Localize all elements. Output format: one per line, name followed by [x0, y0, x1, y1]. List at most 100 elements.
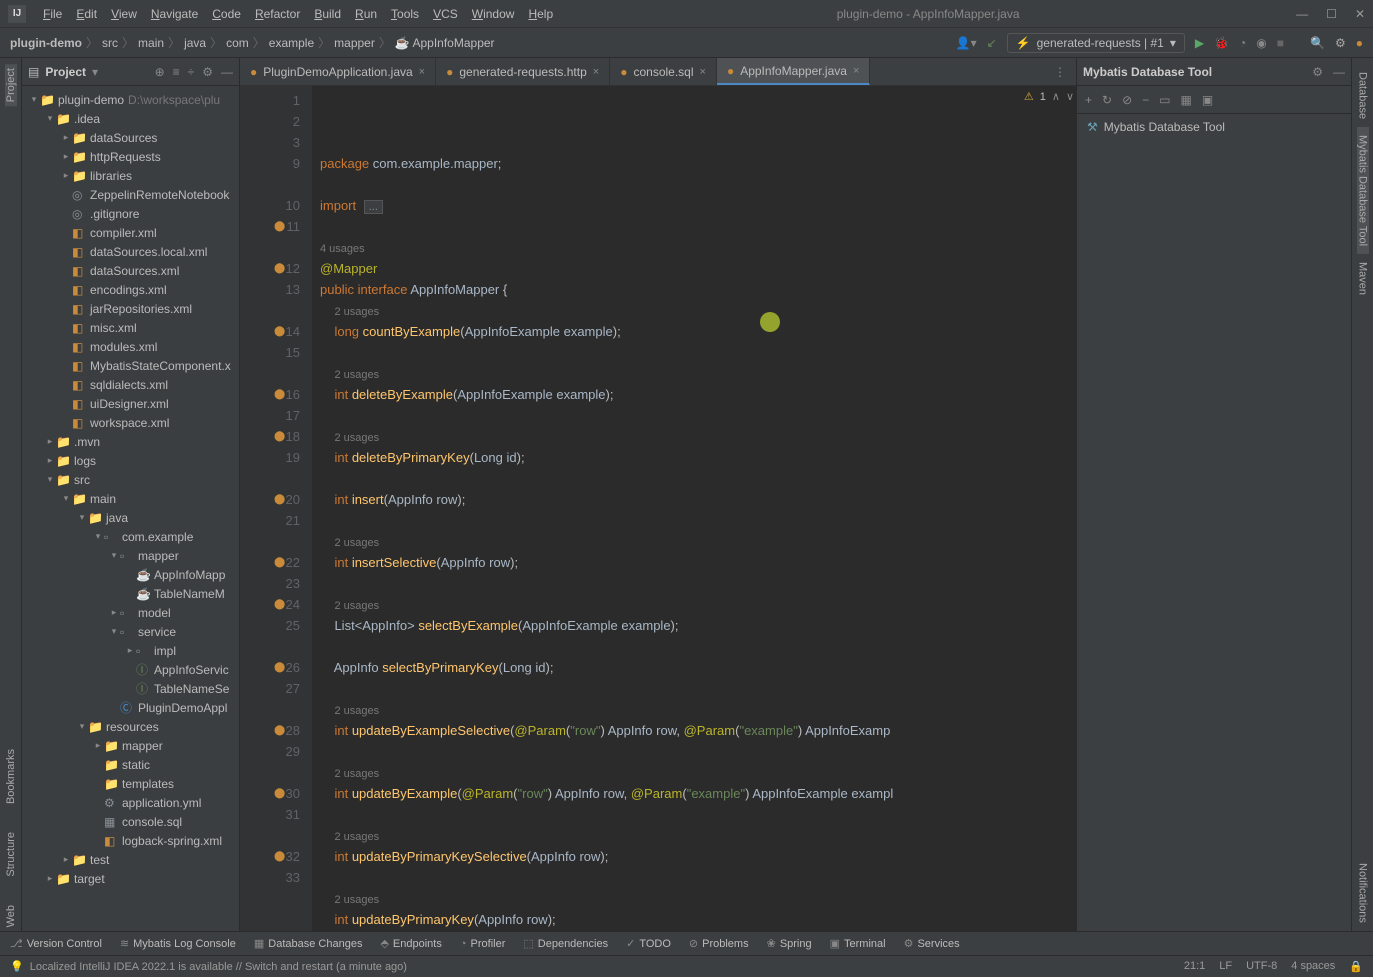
- menu-refactor[interactable]: Refactor: [248, 7, 307, 21]
- code-line[interactable]: int deleteByExample(AppInfoExample examp…: [312, 384, 1076, 405]
- right-tool-notifications[interactable]: Notifications: [1357, 855, 1369, 931]
- hide-icon[interactable]: —: [221, 65, 233, 79]
- nav-icon[interactable]: ⬤: [274, 258, 285, 279]
- gear-icon[interactable]: ⚙: [202, 65, 213, 79]
- tab-close-icon[interactable]: ×: [853, 65, 859, 77]
- menu-tools[interactable]: Tools: [384, 7, 426, 21]
- tab-close-icon[interactable]: ×: [593, 66, 599, 78]
- code-line[interactable]: int updateByExampleSelective(@Param("row…: [312, 720, 1076, 741]
- remove-icon[interactable]: −: [1142, 93, 1149, 107]
- stop-icon[interactable]: ⊘: [1122, 93, 1132, 107]
- code-line[interactable]: [312, 216, 1076, 237]
- nav-icon[interactable]: ⬤: [274, 846, 285, 867]
- db-tool-item[interactable]: ⚒ Mybatis Database Tool: [1087, 120, 1341, 134]
- code-line[interactable]: package com.example.mapper;: [312, 153, 1076, 174]
- code-line[interactable]: long countByExample(AppInfoExample examp…: [312, 321, 1076, 342]
- refresh-icon[interactable]: ↻: [1102, 93, 1112, 107]
- code-line[interactable]: List<AppInfo> selectByExample(AppInfoExa…: [312, 615, 1076, 636]
- tree-node[interactable]: ▾📁resources: [22, 717, 239, 736]
- code-line[interactable]: 2 usages: [312, 363, 1076, 384]
- minimize-icon[interactable]: —: [1296, 7, 1308, 21]
- menu-build[interactable]: Build: [307, 7, 348, 21]
- bottom-tool-dependencies[interactable]: ⬚Dependencies: [523, 937, 608, 950]
- tree-node[interactable]: ▸📁.mvn: [22, 432, 239, 451]
- breadcrumb-item[interactable]: src: [102, 36, 118, 50]
- tab-close-icon[interactable]: ×: [700, 66, 706, 78]
- left-tool-project[interactable]: Project: [5, 64, 17, 106]
- tree-node[interactable]: ▸📁libraries: [22, 166, 239, 185]
- breadcrumb-item[interactable]: example: [269, 36, 314, 50]
- code-line[interactable]: [312, 867, 1076, 888]
- bottom-tool-profiler[interactable]: ◔Profiler: [460, 938, 506, 950]
- tab-close-icon[interactable]: ×: [419, 66, 425, 78]
- tree-node[interactable]: ◎.gitignore: [22, 204, 239, 223]
- tree-node[interactable]: ◧misc.xml: [22, 318, 239, 337]
- nav-icon[interactable]: ⬤: [274, 489, 285, 510]
- tree-node[interactable]: 📁static: [22, 755, 239, 774]
- tree-node[interactable]: ◧workspace.xml: [22, 413, 239, 432]
- tree-node[interactable]: ▾📁.idea: [22, 109, 239, 128]
- tree-node[interactable]: ⚙application.yml: [22, 793, 239, 812]
- tree-node[interactable]: ▸📁test: [22, 850, 239, 869]
- status-caret-pos[interactable]: 21:1: [1184, 960, 1205, 973]
- search-icon[interactable]: 🔍: [1310, 36, 1325, 50]
- bottom-tool-spring[interactable]: ❀Spring: [767, 937, 812, 950]
- menu-run[interactable]: Run: [348, 7, 384, 21]
- tree-node[interactable]: ▾▫service: [22, 622, 239, 641]
- tree-node[interactable]: ▸▫model: [22, 603, 239, 622]
- code-line[interactable]: [312, 468, 1076, 489]
- code-line[interactable]: [312, 636, 1076, 657]
- console-icon[interactable]: ▣: [1202, 93, 1213, 107]
- tree-node[interactable]: ▸📁logs: [22, 451, 239, 470]
- bottom-tool-terminal[interactable]: ▣Terminal: [830, 937, 886, 950]
- db-icon[interactable]: ▦: [1181, 93, 1192, 107]
- editor-tab[interactable]: ●PluginDemoApplication.java×: [240, 58, 436, 85]
- hide-icon[interactable]: —: [1333, 65, 1345, 79]
- tree-node[interactable]: 📁templates: [22, 774, 239, 793]
- breadcrumb-item[interactable]: java: [184, 36, 206, 50]
- filter-icon[interactable]: ▭: [1159, 93, 1170, 107]
- code-line[interactable]: [312, 930, 1076, 931]
- tree-node[interactable]: ▾▫com.example: [22, 527, 239, 546]
- tree-node[interactable]: ⒾAppInfoServic: [22, 660, 239, 679]
- code-line[interactable]: [312, 405, 1076, 426]
- nav-icon[interactable]: ⬤: [274, 657, 285, 678]
- menu-help[interactable]: Help: [521, 7, 560, 21]
- code-line[interactable]: [312, 678, 1076, 699]
- code-line[interactable]: 2 usages: [312, 426, 1076, 447]
- editor-body[interactable]: 123910⬤11⬤1213⬤1415⬤1617⬤1819⬤2021⬤2223⬤…: [240, 86, 1076, 931]
- nav-icon[interactable]: ⬤: [274, 426, 285, 447]
- menu-edit[interactable]: Edit: [69, 7, 104, 21]
- project-tree[interactable]: ▾📁plugin-demoD:\workspace\plu▾📁.idea▸📁da…: [22, 86, 239, 931]
- tree-node[interactable]: ▾📁plugin-demoD:\workspace\plu: [22, 90, 239, 109]
- tree-node[interactable]: ▸📁mapper: [22, 736, 239, 755]
- code-line[interactable]: [312, 741, 1076, 762]
- tree-node[interactable]: ◧logback-spring.xml: [22, 831, 239, 850]
- code-line[interactable]: 2 usages: [312, 594, 1076, 615]
- breadcrumb-item[interactable]: ☕ AppInfoMapper: [395, 36, 495, 50]
- inspection-widget[interactable]: ⚠ 1 ∧ ∨: [1024, 90, 1074, 103]
- build-icon[interactable]: ↙: [987, 36, 997, 50]
- code-line[interactable]: 2 usages: [312, 762, 1076, 783]
- editor-tab[interactable]: ●AppInfoMapper.java×: [717, 58, 870, 85]
- tree-node[interactable]: ◧sqldialects.xml: [22, 375, 239, 394]
- prev-highlight-icon[interactable]: ∧: [1052, 90, 1060, 103]
- status-indent[interactable]: 4 spaces: [1291, 960, 1335, 973]
- code-line[interactable]: [312, 510, 1076, 531]
- breadcrumb-item[interactable]: plugin-demo: [10, 36, 82, 50]
- breadcrumb-item[interactable]: mapper: [334, 36, 375, 50]
- menu-file[interactable]: File: [36, 7, 69, 21]
- code-line[interactable]: import ...: [312, 195, 1076, 216]
- code-line[interactable]: 2 usages: [312, 300, 1076, 321]
- tree-node[interactable]: ▸📁httpRequests: [22, 147, 239, 166]
- nav-icon[interactable]: ⬤: [274, 720, 285, 741]
- right-tool-maven[interactable]: Maven: [1357, 254, 1369, 303]
- run-config-selector[interactable]: ⚡ generated-requests | #1 ▾: [1007, 33, 1185, 53]
- code-line[interactable]: [312, 804, 1076, 825]
- code-line[interactable]: int updateByPrimaryKeySelective(AppInfo …: [312, 846, 1076, 867]
- nav-icon[interactable]: ⬤: [274, 384, 285, 405]
- tree-node[interactable]: ⒾTableNameSe: [22, 679, 239, 698]
- breadcrumb-item[interactable]: com: [226, 36, 249, 50]
- editor-tab[interactable]: ●console.sql×: [610, 58, 717, 85]
- breadcrumb-item[interactable]: main: [138, 36, 164, 50]
